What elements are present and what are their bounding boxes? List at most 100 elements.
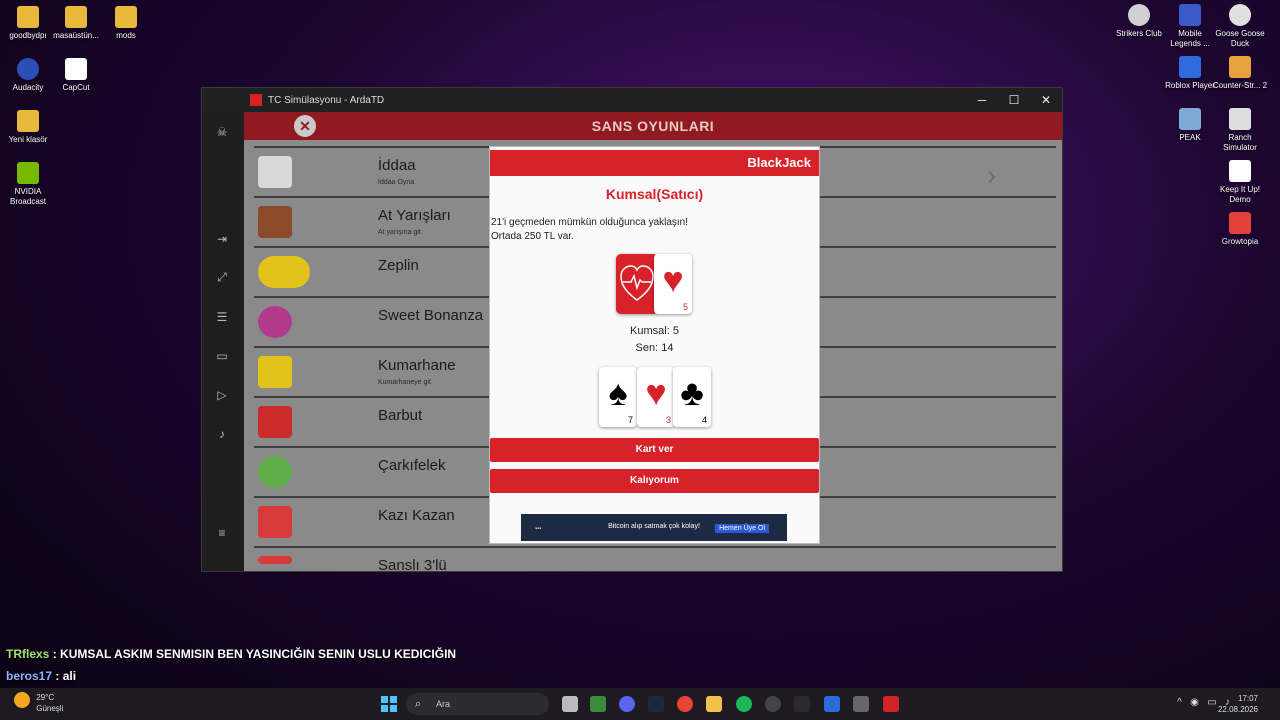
minimize-button[interactable]: ─ (966, 93, 998, 107)
heartbeat-icon (620, 265, 654, 301)
label-icon[interactable]: ▷ (202, 375, 242, 414)
keyboard-icon[interactable]: ▭ (202, 336, 242, 375)
modal-header: BlackJack (490, 150, 819, 176)
settings-icon[interactable] (824, 696, 840, 712)
blackjack-modal: BlackJack Kumsal(Satıcı) 21'i geçmeden m… (489, 146, 820, 544)
ad-brand-logo: ▪▪▪ (535, 526, 542, 532)
game-name: At Yarışları (378, 207, 451, 224)
capcut-taskbar-icon[interactable] (794, 696, 810, 712)
iddaa-icon (258, 156, 292, 188)
window-titlebar[interactable]: TC Simülasyonu - ArdaTD ─ ☐ ✕ (202, 88, 1062, 112)
weather-widget[interactable]: 29°C Güneşli (14, 692, 63, 714)
taskbar-search[interactable]: ⌕ Ara (406, 693, 549, 715)
folder-icon (115, 6, 137, 28)
player-card: ♣ 4 (673, 367, 711, 427)
spotify-icon[interactable] (736, 696, 752, 712)
taskbar-clock[interactable]: 17:07 22.08.2026 (1218, 693, 1258, 715)
card-value: 5 (682, 302, 688, 312)
start-button[interactable] (381, 696, 397, 712)
desktop-icon-masaustu[interactable]: masaüstün... (48, 6, 104, 41)
feedback-icon[interactable]: ≡ (202, 513, 242, 552)
weather-condition: Güneşli (36, 704, 64, 713)
card-value: 7 (627, 415, 633, 425)
app-icon (250, 94, 262, 106)
game-row-sansli-3lu[interactable]: Sanslı 3'lü (254, 546, 1056, 571)
exit-icon[interactable]: ⇥ (202, 219, 242, 258)
wheel-icon (258, 456, 292, 488)
desktop-icon-ranch-simulator[interactable]: Ranch Simulator (1212, 108, 1268, 153)
growtopia-icon (1229, 212, 1251, 234)
folder-icon (17, 6, 39, 28)
desktop-icon-yeni-klasor[interactable]: Yeni klasör (0, 110, 56, 145)
game-name: Zeplin (378, 257, 419, 274)
sun-icon (14, 692, 30, 708)
club-icon: ♣ (680, 372, 704, 413)
ad-banner[interactable]: ▪▪▪ Bitcoin alıp satmak çok kolay! Hemen… (521, 514, 787, 541)
capcut-icon (65, 58, 87, 80)
search-placeholder: Ara (436, 699, 451, 709)
desktop-icon-strikers-club[interactable]: Strikers Club (1111, 4, 1167, 39)
desktop-icon-growtopia[interactable]: Growtopia (1212, 212, 1268, 247)
game-name: Çarkıfelek (378, 457, 446, 474)
game-subtitle: At yarışına git (378, 229, 421, 236)
chrome-icon[interactable] (677, 696, 693, 712)
close-page-button[interactable]: ✕ (294, 115, 316, 137)
ranch-simulator-icon (1229, 108, 1251, 130)
dealer-title: Kumsal(Satıcı) (605, 186, 704, 202)
game-instructions: 21'i geçmeden mümkün olduğunca yaklaşın!… (490, 216, 819, 244)
folder-icon (65, 6, 87, 28)
settings-sliders-icon[interactable]: ☰ (202, 297, 242, 336)
desktop-icon-peak[interactable]: PEAK (1162, 108, 1218, 143)
mobile-legends-icon (1179, 4, 1201, 26)
folder-icon (17, 110, 39, 132)
horse-icon (258, 206, 292, 238)
desktop-icon-roblox[interactable]: Roblox Player (1162, 56, 1218, 91)
game-subtitle: İddaa Oyna (378, 179, 415, 186)
maximize-button[interactable]: ☐ (998, 93, 1030, 107)
clock-date: 22.08.2026 (1217, 705, 1258, 714)
hit-button[interactable]: Kart ver (490, 438, 819, 462)
file-explorer-icon[interactable] (706, 696, 722, 712)
desktop-icon-goose-goose-duck[interactable]: Goose Goose Duck (1212, 4, 1268, 49)
page-header: ✕ SANS OYUNLARI (244, 112, 1062, 140)
close-window-button[interactable]: ✕ (1030, 93, 1062, 107)
tc-simulasyonu-taskbar-icon[interactable] (883, 696, 899, 712)
volume-icon[interactable]: ♪ (202, 414, 242, 453)
roblox-icon (1179, 56, 1201, 78)
skull-icon[interactable]: ☠ (202, 112, 242, 151)
chevron-right-icon[interactable]: › (987, 160, 996, 191)
ad-signup-button[interactable]: Hemen Üye Ol (715, 524, 769, 533)
chat-message: beros17 : ali (6, 669, 76, 683)
task-view-icon[interactable] (562, 696, 578, 712)
desktop-icon-mods[interactable]: mods (98, 6, 154, 41)
obs-icon[interactable] (765, 696, 781, 712)
minecraft-icon[interactable] (590, 696, 606, 712)
desktop-icon-keep-it-up[interactable]: Keep It Up! Demo (1212, 160, 1268, 205)
taskbar: 29°C Güneşli ⌕ Ara ^ ◉ ▭ ♪ 17:07 22.08.2… (0, 688, 1280, 720)
app-taskbar-icon[interactable] (853, 696, 869, 712)
lottery-icon (258, 556, 292, 564)
desktop-icon-label: PEAK (1179, 133, 1201, 142)
desktop-icon-counter-strike[interactable]: Counter-Str... 2 (1212, 56, 1268, 91)
audacity-icon (17, 58, 39, 80)
game-name: Kumarhane (378, 357, 456, 374)
page-title: SANS OYUNLARI (591, 118, 715, 134)
desktop-icon-label: Goose Goose Duck (1215, 29, 1265, 48)
scratch-card-icon (258, 506, 292, 538)
modal-title: BlackJack (747, 155, 811, 170)
casino-icon (258, 356, 292, 388)
resize-icon[interactable]: ⤢ (202, 258, 242, 297)
desktop-icon-label: Mobile Legends ... (1170, 29, 1210, 48)
desktop-icon-mobile-legends[interactable]: Mobile Legends ... (1162, 4, 1218, 49)
steam-icon[interactable] (648, 696, 664, 712)
ad-text: Bitcoin alıp satmak çok kolay! (608, 523, 700, 530)
desktop-icon-nvidia-broadcast[interactable]: NVIDIA Broadcast (0, 162, 56, 207)
stand-button[interactable]: Kalıyorum (490, 469, 819, 493)
clock-time: 17:07 (1237, 694, 1258, 703)
game-name: İddaa (378, 157, 416, 174)
desktop-icon-capcut[interactable]: CapCut (48, 58, 104, 93)
discord-icon[interactable] (619, 696, 635, 712)
game-name: Barbut (378, 407, 423, 424)
card-back (616, 254, 658, 314)
dealer-score: Kumsal: 5 (630, 325, 679, 337)
